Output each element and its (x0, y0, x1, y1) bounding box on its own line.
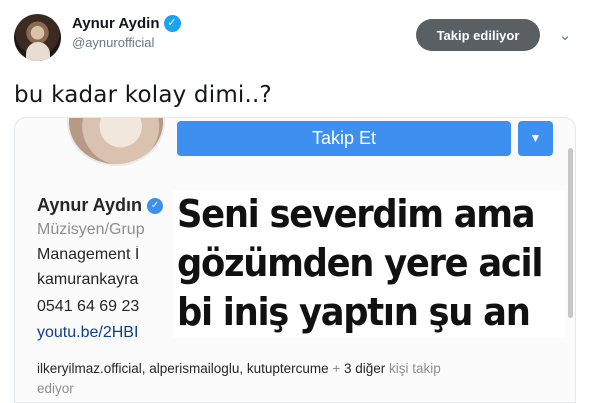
photo-follow-button: Takip Et (177, 121, 511, 156)
bio-line: kamurankayra (37, 271, 139, 288)
followed-by-others: 3 diğer (344, 361, 386, 376)
overlay-line: bi iniş yaptın şu an (177, 290, 531, 334)
author-avatar[interactable] (14, 14, 61, 61)
dropdown-arrow-icon: ▼ (518, 121, 553, 156)
followed-by-names: ilkeryilmaz.official, alperismailoglu, k… (37, 361, 329, 376)
author-display-name[interactable]: Aynur Aydin (72, 15, 160, 32)
overlay-line: Seni severdim ama (177, 192, 536, 236)
tweet-text: bu kadar kolay dimi..? (14, 82, 272, 108)
followed-by-text: ilkeryilmaz.official, alperismailoglu, k… (37, 361, 441, 376)
profile-avatar (67, 118, 165, 166)
following-button[interactable]: Takip ediliyor (416, 19, 540, 51)
verified-badge-icon: ✓ (147, 197, 164, 214)
author-names: Aynur Aydin ✓ @aynurofficial (72, 15, 181, 50)
bio-line: Management İ (37, 246, 140, 263)
followed-by-suffix: kişi takip (385, 361, 441, 376)
bio-line: 0541 64 69 23 (37, 298, 140, 315)
tweet-header: Aynur Aydin ✓ @aynurofficial Takip edili… (14, 11, 580, 65)
bio-link: youtu.be/2HBI (37, 324, 139, 341)
author-handle[interactable]: @aynurofficial (72, 35, 181, 50)
scrollbar (568, 148, 573, 318)
bio-line: Müzisyen/Grup (37, 221, 145, 238)
display-name-row: Aynur Aydin ✓ (72, 15, 181, 32)
meme-overlay-text: Seni severdim ama gözümden yere acil bi … (173, 190, 565, 338)
chevron-down-icon[interactable]: ⌄ (554, 25, 576, 47)
tweet-photo[interactable]: Takip Et ▼ Aynur Aydın ✓ Müzisyen/Grup M… (14, 117, 576, 403)
followed-by-line2: ediyor (37, 381, 74, 396)
profile-name-row: Aynur Aydın ✓ (37, 195, 164, 216)
verified-badge-icon: ✓ (163, 15, 181, 32)
followed-by-plus: + (328, 361, 345, 376)
overlay-line: gözümden yere acil (177, 241, 543, 285)
profile-name: Aynur Aydın (37, 195, 143, 215)
